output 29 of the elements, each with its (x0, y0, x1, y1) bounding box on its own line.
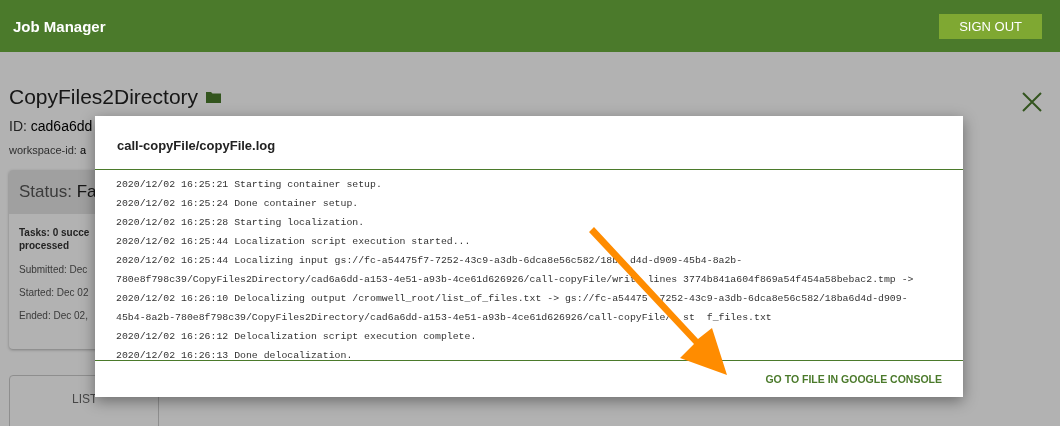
ended-time: Ended: Dec 02, (19, 310, 88, 321)
log-line: 2020/12/02 16:25:21 Starting container setup. (116, 178, 382, 192)
log-line: 780e8f798c39/CopyFiles2Directory/cad6a6dd-a153-4e51-a93b-4ce61d626926/call-copyFile/writ (116, 273, 636, 287)
log-line: st (683, 311, 695, 325)
app-title: Job Manager (13, 17, 106, 35)
started-time: Started: Dec 02 (19, 287, 89, 298)
log-line: 2020/12/02 16:25:28 Starting localization. (116, 216, 365, 230)
workspace-id: workspace-id: a (9, 144, 87, 156)
log-line: 2020/12/02 16:25:44 Localization script execution started... (116, 235, 471, 249)
log-line: 45b4-8a2b-780e8f798c39/CopyFiles2Directory/cad6a6dd-a153-4e51-a93b-4ce61d626926/call-copyFile/ (116, 311, 672, 325)
job-title: CopyFiles2Directory (9, 85, 199, 109)
sign-out-button[interactable]: SIGN OUT (939, 13, 1042, 39)
folder-icon (206, 91, 222, 103)
log-line: 2020/12/02 16:26:10 Delocalizing output /cromwell_root/list_of_files.txt -> gs://fc-a54475 (116, 292, 648, 306)
close-icon[interactable] (1022, 92, 1042, 112)
status-text: Status: Fa (19, 182, 97, 201)
tasks-summary: Tasks: 0 succe processed (19, 226, 90, 252)
log-line: 2020/12/02 16:26:12 Delocalization script execution complete. (116, 330, 477, 344)
log-line: d4d-d909-45b4-8a2b- (629, 254, 743, 268)
log-line: f_files.txt (706, 311, 772, 325)
google-console-link[interactable]: GO TO FILE IN GOOGLE CONSOLE (765, 373, 942, 385)
log-line: 2020/12/02 16:25:24 Done container setup. (116, 197, 359, 211)
job-id: ID: cad6a6dd (9, 118, 93, 134)
submitted-time: Submitted: Dec (19, 264, 88, 275)
dialog-title: call-copyFile/copyFile.log (95, 116, 963, 170)
log-line: 7252-43c9-a3db-6dca8e56c582/18ba6d4d-d909- (659, 292, 908, 306)
log-line: 2020/12/02 16:25:44 Localizing input gs://fc-a54475f7-7252-43c9-a3db-6dca8e56c582/18b (116, 254, 619, 268)
log-line: lines 3774b841a604f869a54f454a58bebac2.tmp -> (647, 273, 914, 287)
log-line: 2020/12/02 16:26:13 Done delocalization. (116, 349, 353, 360)
